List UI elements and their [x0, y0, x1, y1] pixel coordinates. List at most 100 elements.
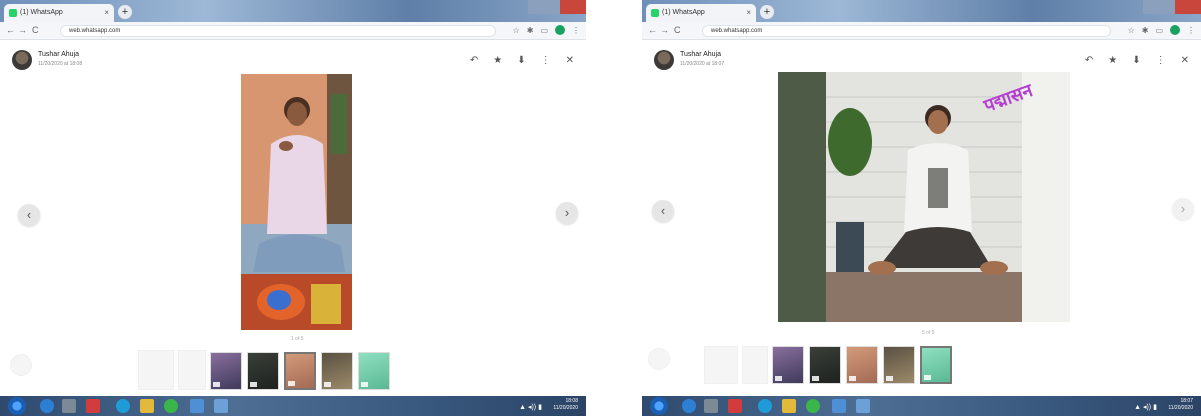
start-button[interactable]	[8, 397, 26, 415]
thumbnail[interactable]	[809, 346, 841, 384]
chrome-menu-icon[interactable]: ⋮	[572, 26, 580, 35]
tray-icons[interactable]: ▲ ◂)) ▮	[519, 404, 542, 411]
window-close-button[interactable]	[1175, 0, 1201, 14]
browser-titlebar: (1) WhatsApp × +	[0, 0, 586, 22]
thumbnail[interactable]	[772, 346, 804, 384]
maximize-button[interactable]	[1159, 0, 1175, 14]
star-icon[interactable]: ★	[493, 55, 502, 66]
internet-explorer-icon[interactable]	[40, 399, 54, 413]
video-icon	[924, 375, 931, 380]
reply-icon[interactable]: ↶	[1085, 55, 1093, 66]
reload-icon[interactable]: C	[32, 25, 39, 35]
bookmark-icon[interactable]: ☆	[513, 26, 520, 35]
chrome-menu-icon[interactable]: ⋮	[1187, 26, 1195, 35]
minimize-button[interactable]	[528, 0, 544, 14]
cast-icon[interactable]: ▭	[540, 26, 548, 35]
app-icon[interactable]	[214, 399, 228, 413]
video-icon	[213, 382, 220, 387]
clock-date: 11/20/2020	[553, 405, 578, 411]
forward-icon[interactable]: →	[18, 25, 27, 35]
thumbnail[interactable]	[358, 352, 390, 390]
previous-media-button[interactable]: ‹	[18, 204, 40, 226]
tab-close-icon[interactable]: ×	[746, 8, 751, 17]
reply-icon[interactable]: ↶	[470, 55, 478, 66]
reload-icon[interactable]: C	[674, 25, 681, 35]
app-icon[interactable]	[758, 399, 772, 413]
thumbnail[interactable]	[210, 352, 242, 390]
previous-media-button[interactable]: ‹	[652, 200, 674, 222]
thumbnail[interactable]	[321, 352, 353, 390]
media-thumbnail-strip	[210, 352, 390, 390]
system-tray: ▲ ◂)) ▮ 18:07 11/20/2020	[1134, 398, 1193, 412]
app-icon[interactable]	[190, 399, 204, 413]
faded-background	[10, 354, 32, 376]
app-icon[interactable]	[116, 399, 130, 413]
extension-icon[interactable]: ✱	[1142, 26, 1149, 35]
clock-time: 18:07	[1180, 398, 1193, 404]
viewer-actions: ↶ ★ ⬇ ⋮ ✕	[470, 55, 574, 66]
download-icon[interactable]: ⬇	[517, 55, 525, 66]
tab-close-icon[interactable]: ×	[104, 8, 109, 17]
bookmark-icon[interactable]: ☆	[1128, 26, 1135, 35]
internet-explorer-icon[interactable]	[682, 399, 696, 413]
media-thumbnail-strip	[772, 346, 952, 384]
toolbar-icons: ☆ ✱ ▭ ⋮	[1128, 25, 1195, 35]
thumbnail[interactable]	[883, 346, 915, 384]
next-media-button[interactable]: ›	[556, 202, 578, 224]
thumbnail-selected[interactable]	[920, 346, 952, 384]
video-icon	[288, 381, 295, 386]
folder-icon[interactable]	[782, 399, 796, 413]
browser-toolbar: ← → C web.whatsapp.com ☆ ✱ ▭ ⋮	[0, 22, 586, 40]
explorer-icon[interactable]	[704, 399, 718, 413]
address-bar[interactable]: web.whatsapp.com	[60, 25, 496, 37]
window-close-button[interactable]	[560, 0, 586, 14]
back-icon[interactable]: ←	[6, 25, 15, 35]
video-icon	[250, 382, 257, 387]
faded-background	[742, 346, 768, 384]
menu-icon[interactable]: ⋮	[1156, 55, 1166, 66]
address-bar[interactable]: web.whatsapp.com	[702, 25, 1111, 37]
maximize-button[interactable]	[544, 0, 560, 14]
chrome-icon[interactable]	[806, 399, 820, 413]
folder-icon[interactable]	[140, 399, 154, 413]
faded-background	[704, 346, 738, 384]
app-icon[interactable]	[856, 399, 870, 413]
back-icon[interactable]: ←	[648, 25, 657, 35]
close-viewer-icon[interactable]: ✕	[1181, 55, 1189, 66]
system-tray: ▲ ◂)) ▮ 18:08 11/20/2020	[519, 398, 578, 412]
chrome-icon[interactable]	[164, 399, 178, 413]
cast-icon[interactable]: ▭	[1155, 26, 1163, 35]
profile-avatar[interactable]	[1170, 25, 1180, 35]
menu-icon[interactable]: ⋮	[541, 55, 551, 66]
media-image-padmasana: पद्मासन	[778, 72, 1070, 322]
clock-date: 11/20/2020	[1168, 405, 1193, 411]
video-icon	[886, 376, 893, 381]
video-icon	[849, 376, 856, 381]
browser-tab[interactable]: (1) WhatsApp ×	[646, 4, 756, 22]
forward-icon[interactable]: →	[660, 25, 669, 35]
tray-icons[interactable]: ▲ ◂)) ▮	[1134, 404, 1157, 411]
media-counter: 5 of 5	[922, 330, 935, 336]
minimize-button[interactable]	[1143, 0, 1159, 14]
browser-tab[interactable]: (1) WhatsApp ×	[4, 4, 114, 22]
new-tab-button[interactable]: +	[118, 5, 132, 19]
app-icon[interactable]	[832, 399, 846, 413]
faded-background	[178, 350, 206, 390]
media-player-icon[interactable]	[86, 399, 100, 413]
new-tab-button[interactable]: +	[760, 5, 774, 19]
explorer-icon[interactable]	[62, 399, 76, 413]
thumbnail[interactable]	[247, 352, 279, 390]
thumbnail-selected[interactable]	[284, 352, 316, 390]
extension-icon[interactable]: ✱	[527, 26, 534, 35]
close-viewer-icon[interactable]: ✕	[566, 55, 574, 66]
start-button[interactable]	[650, 397, 668, 415]
next-media-button[interactable]: ›	[1172, 198, 1194, 220]
profile-avatar[interactable]	[555, 25, 565, 35]
video-icon	[775, 376, 782, 381]
star-icon[interactable]: ★	[1108, 55, 1117, 66]
windows-taskbar: ▲ ◂)) ▮ 18:07 11/20/2020	[642, 396, 1201, 416]
tab-title: (1) WhatsApp	[662, 9, 705, 16]
download-icon[interactable]: ⬇	[1132, 55, 1140, 66]
thumbnail[interactable]	[846, 346, 878, 384]
media-player-icon[interactable]	[728, 399, 742, 413]
